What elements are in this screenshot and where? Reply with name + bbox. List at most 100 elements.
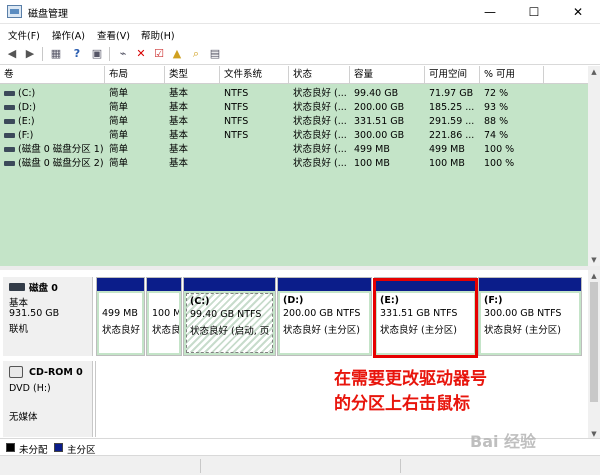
- table-row[interactable]: (磁盘 0 磁盘分区 2) 简单 基本 状态良好 (... 100 MB 100 MB 10…: [0, 157, 588, 171]
- table-cell: NTFS: [224, 102, 249, 113]
- legend-primary: 主分区: [67, 445, 96, 456]
- volume-icon: [4, 91, 15, 96]
- table-cell: 100 %: [484, 158, 515, 169]
- disk-icon: [9, 283, 25, 291]
- table-row[interactable]: (D:) 简单 基本 NTFS 状态良好 (... 200.00 GB 185.25 ...…: [0, 101, 588, 115]
- menu-file[interactable]: 文件(F): [8, 28, 40, 42]
- col-layout[interactable]: 布局: [105, 66, 165, 84]
- disk-0-status: 联机: [9, 324, 29, 335]
- scroll-up-icon[interactable]: ▲: [588, 270, 600, 282]
- col-status[interactable]: 状态: [289, 66, 350, 84]
- search-folder-icon[interactable]: ⌕: [188, 46, 204, 62]
- table-row[interactable]: (F:) 简单 基本 NTFS 状态良好 (... 300.00 GB 221.86 ...…: [0, 129, 588, 143]
- table-cell: 状态良好 (...: [293, 102, 347, 113]
- connect-disk-icon[interactable]: ⌁: [115, 46, 131, 62]
- table-row[interactable]: (C:) 简单 基本 NTFS 状态良好 (... 99.40 GB 71.97 GB 72 …: [0, 87, 588, 101]
- table-cell: 状态良好 (...: [293, 130, 347, 141]
- col-volume[interactable]: 卷: [0, 66, 105, 84]
- partition-system-reserved-2[interactable]: 100 M 状态良: [146, 277, 182, 356]
- annotation-text: 在需要更改驱动器号 的分区上右击鼠标: [334, 369, 487, 414]
- table-cell: 状态良好 (...: [293, 88, 347, 99]
- menu-action[interactable]: 操作(A): [52, 28, 85, 42]
- properties-icon[interactable]: ▣: [89, 46, 105, 62]
- table-cell: 基本: [169, 116, 189, 127]
- col-percent-free[interactable]: % 可用: [480, 66, 544, 84]
- check-icon[interactable]: ☑: [151, 46, 167, 62]
- table-cell: 200.00 GB: [354, 102, 405, 113]
- disk-management-icon: [7, 5, 22, 18]
- table-cell: (D:): [0, 101, 105, 115]
- table-cell: 93 %: [484, 102, 509, 113]
- table-cell: (E:): [0, 115, 105, 129]
- disk-0-label[interactable]: 磁盘 0 基本 931.50 GB 联机: [3, 277, 93, 356]
- forward-arrow-icon[interactable]: ▶: [22, 46, 38, 62]
- back-arrow-icon[interactable]: ◀: [4, 46, 20, 62]
- table-cell: 99.40 GB: [354, 88, 399, 99]
- show-hide-tree-icon[interactable]: ▦: [48, 46, 64, 62]
- volume-list-header: 卷 布局 类型 文件系统 状态 容量 可用空间 % 可用: [0, 66, 588, 84]
- settings-icon[interactable]: ▤: [207, 46, 223, 62]
- partition-f[interactable]: (F:) 300.00 GB NTFS 状态良好 (主分区): [478, 277, 582, 356]
- table-cell: 100 MB: [354, 158, 390, 169]
- cdrom-0-label[interactable]: CD-ROM 0 DVD (H:) 无媒体: [3, 361, 93, 437]
- volume-icon: [4, 161, 15, 166]
- table-cell: 499 MB: [354, 144, 390, 155]
- title-bar: 磁盘管理 — ☐ ✕: [0, 0, 600, 24]
- volume-list-scrollbar[interactable]: ▲ ▼: [588, 66, 600, 266]
- scroll-thumb[interactable]: [590, 282, 598, 402]
- window-title: 磁盘管理: [28, 9, 68, 20]
- table-cell: [220, 157, 289, 171]
- col-capacity[interactable]: 容量: [350, 66, 425, 84]
- table-row[interactable]: (E:) 简单 基本 NTFS 状态良好 (... 331.51 GB 291.59 ...…: [0, 115, 588, 129]
- table-cell: 72 %: [484, 88, 509, 99]
- col-filesystem[interactable]: 文件系统: [220, 66, 289, 84]
- folder-up-icon[interactable]: ▲: [169, 46, 185, 62]
- table-cell: 简单: [109, 102, 129, 113]
- highlight-box: [373, 278, 478, 358]
- table-cell: 简单: [109, 88, 129, 99]
- disk-view-scrollbar[interactable]: ▲ ▼: [588, 270, 600, 455]
- partition-system-reserved-1[interactable]: 499 MB 状态良好: [96, 277, 145, 356]
- minimize-button[interactable]: —: [468, 0, 512, 24]
- table-cell: 185.25 ...: [429, 102, 475, 113]
- help-icon[interactable]: ?: [69, 46, 85, 62]
- watermark-logo: Bai 经验: [470, 432, 537, 451]
- table-cell: [220, 143, 289, 157]
- scroll-up-icon[interactable]: ▲: [588, 66, 600, 78]
- cdrom-status: 无媒体: [9, 412, 38, 423]
- table-cell: 状态良好 (...: [293, 144, 347, 155]
- table-cell: 状态良好 (...: [293, 158, 347, 169]
- table-cell: 基本: [169, 158, 189, 169]
- delete-icon[interactable]: ✕: [133, 46, 149, 62]
- cdrom-name: CD-ROM 0: [29, 367, 83, 378]
- table-cell: 74 %: [484, 130, 509, 141]
- volume-list: 卷 布局 类型 文件系统 状态 容量 可用空间 % 可用 (C:) 简单 基本 NTF…: [0, 66, 588, 266]
- table-cell: 71.97 GB: [429, 88, 474, 99]
- toolbar: ◀ ▶ ▦ ? ▣ ⌁ ✕ ☑ ▲ ⌕ ▤: [0, 43, 600, 65]
- menu-view[interactable]: 查看(V): [97, 28, 130, 42]
- table-cell: 简单: [109, 116, 129, 127]
- table-cell: NTFS: [224, 116, 249, 127]
- table-cell: 100 %: [484, 144, 515, 155]
- col-free-space[interactable]: 可用空间: [425, 66, 480, 84]
- table-cell: 100 MB: [429, 158, 465, 169]
- scroll-down-icon[interactable]: ▼: [588, 254, 600, 266]
- table-row[interactable]: (磁盘 0 磁盘分区 1) 简单 基本 状态良好 (... 499 MB 499 MB 10…: [0, 143, 588, 157]
- partition-c[interactable]: (C:) 99.40 GB NTFS 状态良好 (启动, 页: [183, 277, 276, 356]
- table-cell: NTFS: [224, 130, 249, 141]
- unallocated-swatch: [6, 443, 15, 452]
- maximize-button[interactable]: ☐: [512, 0, 556, 24]
- volume-icon: [4, 133, 15, 138]
- table-cell: 基本: [169, 102, 189, 113]
- table-cell: 简单: [109, 158, 129, 169]
- col-type[interactable]: 类型: [165, 66, 220, 84]
- table-cell: 状态良好 (...: [293, 116, 347, 127]
- table-cell: 88 %: [484, 116, 509, 127]
- primary-swatch: [54, 443, 63, 452]
- partition-d[interactable]: (D:) 200.00 GB NTFS 状态良好 (主分区): [277, 277, 372, 356]
- table-cell: 499 MB: [429, 144, 465, 155]
- cd-drive-icon: [9, 366, 23, 378]
- table-cell: 基本: [169, 144, 189, 155]
- menu-help[interactable]: 帮助(H): [141, 28, 175, 42]
- close-button[interactable]: ✕: [556, 0, 600, 24]
